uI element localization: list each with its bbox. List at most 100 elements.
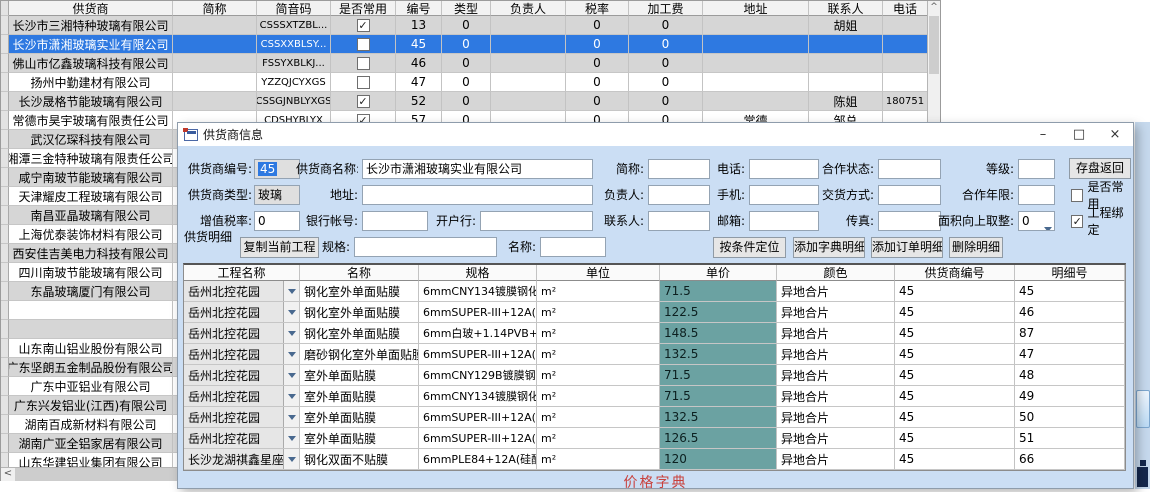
area-round-select[interactable]: 0 [1018,211,1055,231]
supplier-type-input[interactable]: 玻璃 [254,185,300,205]
bind-checkbox-field[interactable]: ✓ 工程绑定 [1071,213,1133,229]
detail-row[interactable]: 岳州北控花园室外单面贴膜6mmCNY134镀膜钢化m²71.5异地合片4549 [184,386,1125,407]
detail-row[interactable]: 岳州北控花园钢化室外单面贴膜6mmCNY134镀膜钢化m²71.5异地合片454… [184,281,1125,302]
cell-tax: 0 [566,54,629,73]
bank-account-input[interactable] [362,211,428,231]
combo-dropdown-icon[interactable] [283,344,299,364]
combo-dropdown-icon[interactable] [283,323,299,343]
combo-dropdown-icon[interactable] [283,302,299,322]
detail-row[interactable]: 岳州北控花园室外单面贴膜6mmSUPER-III+12A(硅...m²132.5… [184,407,1125,428]
column-header-type[interactable]: 类型 [442,1,491,16]
add-dict-detail-button[interactable]: 添加字典明细 [793,237,865,258]
address-input[interactable] [362,185,593,205]
cell-type: 0 [442,54,491,73]
maximize-button[interactable]: □ [1061,123,1097,146]
column-header-common[interactable]: 是否常用 [331,1,396,16]
coop-years-input[interactable] [1018,185,1055,205]
add-order-detail-button[interactable]: 添加订单明细 [871,237,943,258]
scroll-up-icon[interactable]: ^ [928,1,940,15]
common-flag-checkbox[interactable] [357,38,370,51]
column-header-name[interactable]: 供货商 [9,1,173,16]
bank-branch-input[interactable] [480,211,593,231]
detail-column-header[interactable]: 名称 [300,265,419,281]
vertical-scrollbar-thumb[interactable] [929,16,939,74]
detail-row[interactable]: 岳州北控花园室外单面贴膜6mmSUPER-III+12A(硅...m²126.5… [184,428,1125,449]
detail-row[interactable]: 岳州北控花园钢化室外单面贴膜6mm白玻+1.14PVB+6mm...m²148.… [184,323,1125,344]
cell-name: 广东坚朗五金制品股份有限公司 [9,358,173,377]
supplier-name-input[interactable]: 长沙市潇湘玻璃实业有限公司 [362,159,593,179]
scroll-left-icon[interactable]: < [1,468,15,481]
bind-checkbox[interactable]: ✓ [1071,215,1083,228]
detail-row[interactable]: 长沙龙湖祺鑫星座钢化双面不贴膜6mmPLE84+12A(硅酮胶...m²120异… [184,449,1125,470]
detail-column-header[interactable]: 颜色 [777,265,895,281]
locate-button[interactable]: 按条件定位 [713,237,786,258]
close-button[interactable]: × [1097,123,1133,146]
column-header-phone[interactable]: 电话 [883,1,928,16]
column-header-abbr[interactable]: 简称 [173,1,257,16]
owner-input[interactable] [648,185,710,205]
common-flag-checkbox[interactable]: ✓ [357,95,370,108]
supplier-row[interactable]: 长沙晟格节能玻璃有限公司CSSGJNBLYXGS✓52000陈姐180751 [1,92,940,111]
spec-filter-input[interactable] [354,237,497,257]
common-checkbox-field[interactable]: 是否常用 [1071,187,1133,203]
column-header-no[interactable]: 编号 [396,1,442,16]
area-round-value: 0 [1022,214,1030,228]
common-flag-checkbox[interactable] [357,57,370,70]
combo-dropdown-icon[interactable] [283,428,299,448]
email-input[interactable] [749,211,819,231]
supplier-row[interactable]: 长沙市潇湘玻璃实业有限公司CSSXXBLSY...45000 [1,35,940,54]
copy-project-button[interactable]: 复制当前工程 [240,237,319,258]
spec-filter-label: 规格: [316,237,350,257]
column-header-code[interactable]: 简音码 [257,1,331,16]
detail-column-header[interactable]: 明细号 [1015,265,1125,281]
minimize-button[interactable]: – [1025,123,1061,146]
column-header-tax[interactable]: 税率 [566,1,629,16]
cell-name: 广东兴发铝业(江西)有限公司 [9,396,173,415]
chevron-down-icon[interactable] [1044,219,1052,231]
detail-table[interactable]: 工程名称名称规格单位单价颜色供货商编号明细号 岳州北控花园钢化室外单面贴膜6mm… [183,263,1126,471]
delete-detail-button[interactable]: 删除明细 [949,237,1003,258]
detail-row[interactable]: 岳州北控花园室外单面贴膜6mmCNY129B镀膜钢化m²71.5异地合片4548 [184,365,1125,386]
row-header [1,396,9,415]
supplier-row[interactable]: 佛山市亿鑫玻璃科技有限公司FSSYXBLKJ...46000 [1,54,940,73]
common-flag-checkbox[interactable]: ✓ [357,19,370,32]
detail-column-header[interactable]: 单位 [537,265,660,281]
common-flag-checkbox[interactable] [357,76,370,89]
detail-column-header[interactable]: 供货商编号 [895,265,1015,281]
supplier-no-input[interactable]: 45 [254,159,300,179]
row-header [1,35,9,54]
name-filter-input[interactable] [540,237,606,257]
coop-state-input[interactable] [878,159,941,179]
detail-column-header[interactable]: 工程名称 [184,265,300,281]
horizontal-scrollbar-thumb[interactable] [15,468,195,481]
detail-row[interactable]: 岳州北控花园钢化室外单面贴膜6mmSUPER-III+12A(硅...m²122… [184,302,1125,323]
save-return-button[interactable]: 存盘返回 [1069,158,1131,179]
supplier-row[interactable]: 扬州中勤建材有限公司YZZQJCYXGS47000 [1,73,940,92]
detail-column-header[interactable]: 规格 [419,265,537,281]
mobile-input[interactable] [749,185,819,205]
column-header-owner[interactable]: 负责人 [491,1,566,16]
cell-type: 0 [442,73,491,92]
combo-dropdown-icon[interactable] [283,365,299,385]
combo-dropdown-icon[interactable] [283,449,299,469]
common-checkbox[interactable] [1071,189,1083,202]
combo-dropdown-icon[interactable] [283,281,299,301]
detail-cell: 48 [1015,365,1125,386]
cell-fee: 0 [629,35,703,54]
combo-dropdown-icon[interactable] [283,386,299,406]
vat-input[interactable]: 0 [254,211,300,231]
detail-column-header[interactable]: 单价 [660,265,777,281]
cell-fee: 0 [629,92,703,111]
contact-input[interactable] [648,211,710,231]
combo-dropdown-icon[interactable] [283,407,299,427]
grade-input[interactable] [1018,159,1055,179]
abbr-input[interactable] [648,159,710,179]
row-header [1,339,9,358]
column-header-contact[interactable]: 联系人 [809,1,883,16]
supplier-row[interactable]: 长沙市三湘特种玻璃有限公司CSSSXTZBL...✓13000胡姐 [1,16,940,35]
tel-input[interactable] [749,159,819,179]
column-header-addr[interactable]: 地址 [703,1,809,16]
detail-row[interactable]: 岳州北控花园磨砂钢化室外单面贴膜6mmSUPER-III+12A(硅...m²1… [184,344,1125,365]
dialog-titlebar[interactable]: 供货商信息 – □ × [178,123,1133,146]
column-header-fee[interactable]: 加工费 [629,1,703,16]
